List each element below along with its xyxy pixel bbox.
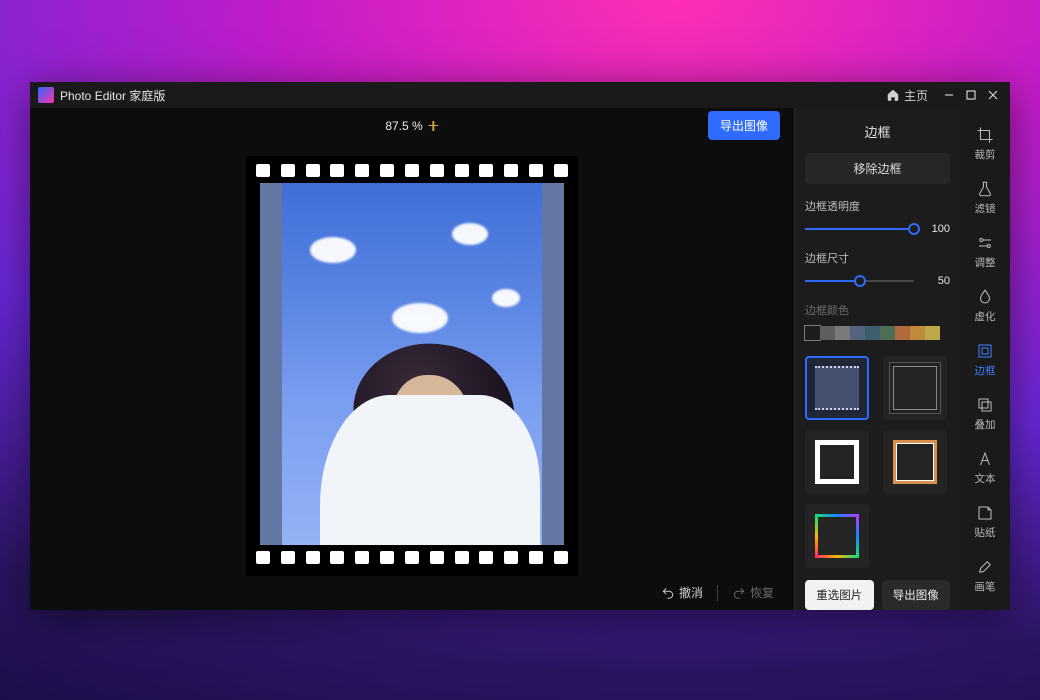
color-swatch[interactable] [820,326,835,340]
maximize-button[interactable] [960,85,982,105]
film-sprockets-top [246,164,578,177]
film-sprockets-bottom [246,551,578,564]
rail-filter[interactable]: 滤镜 [960,174,1010,222]
redo-label: 恢复 [750,584,774,601]
separator [717,585,718,601]
rail-label: 画笔 [975,579,996,594]
rail-brush[interactable]: 画笔 [960,552,1010,600]
rail-blur[interactable]: 虚化 [960,282,1010,330]
frame-options-grid [805,356,950,568]
rail-sticker[interactable]: 贴纸 [960,498,1010,546]
size-label: 边框尺寸 [805,250,950,266]
color-swatch[interactable] [880,326,895,340]
redo-icon [732,586,746,600]
app-window: Photo Editor 家庭版 主页 87.5 % 导出图像 [30,82,1010,610]
frame-option-rainbow[interactable] [805,504,869,568]
sliders-icon [976,234,994,252]
color-swatch[interactable] [835,326,850,340]
undo-label: 撤消 [679,584,703,601]
rail-text[interactable]: 文本 [960,444,1010,492]
frame-option-thick-white[interactable] [805,430,869,494]
frame-icon [976,342,994,360]
close-button[interactable] [982,85,1004,105]
text-icon [976,450,994,468]
rail-label: 虚化 [975,309,996,324]
sticker-icon [976,504,994,522]
rail-crop[interactable]: 裁剪 [960,120,1010,168]
flask-icon [976,180,994,198]
zoom-value: 87.5 % [385,119,422,133]
titlebar: Photo Editor 家庭版 主页 [30,82,1010,108]
color-swatch[interactable] [850,326,865,340]
rail-label: 文本 [975,471,996,486]
photo-preview [282,183,542,545]
crop-icon [976,126,994,144]
app-logo-icon [38,87,54,103]
export-image-button[interactable]: 导出图像 [708,111,780,140]
droplet-icon [976,288,994,306]
opacity-label: 边框透明度 [805,198,950,214]
rail-label: 调整 [975,255,996,270]
export-image-button-2[interactable]: 导出图像 [882,580,951,610]
canvas-stage[interactable] [30,144,794,576]
rail-label: 滤镜 [975,201,996,216]
opacity-slider-row: 100 [805,222,950,236]
canvas-footer: 撤消 恢复 [30,576,794,610]
rail-adjust[interactable]: 调整 [960,228,1010,276]
film-frame [246,156,578,576]
remove-frame-button[interactable]: 移除边框 [805,153,950,184]
size-value: 50 [924,275,950,287]
opacity-slider[interactable] [805,222,914,236]
color-swatches [805,326,950,340]
rail-label: 贴纸 [975,525,996,540]
rail-label: 叠加 [975,417,996,432]
frame-option-double-line[interactable] [883,356,947,420]
size-slider-row: 50 [805,274,950,288]
rail-overlay[interactable]: 叠加 [960,390,1010,438]
zoom-plus-icon [429,121,439,131]
body: 87.5 % 导出图像 [30,108,1010,610]
undo-icon [661,586,675,600]
tool-rail: 裁剪 滤镜 调整 虚化 边框 叠加 [960,108,1010,610]
minimize-button[interactable] [938,85,960,105]
color-swatch[interactable] [925,326,940,340]
reselect-image-button[interactable]: 重选图片 [805,580,874,610]
rail-label: 边框 [975,363,996,378]
home-button[interactable]: 主页 [886,87,928,104]
size-slider[interactable] [805,274,914,288]
canvas-toolbar: 87.5 % 导出图像 [30,108,794,144]
color-swatch[interactable] [910,326,925,340]
color-swatch[interactable] [805,326,820,340]
undo-button[interactable]: 撤消 [655,581,709,604]
color-swatch[interactable] [865,326,880,340]
canvas-area: 87.5 % 导出图像 [30,108,794,610]
opacity-value: 100 [924,223,950,235]
redo-button[interactable]: 恢复 [726,581,780,604]
zoom-indicator[interactable]: 87.5 % [385,119,438,133]
panel-bottom-actions: 重选图片 导出图像 [805,568,950,622]
frame-option-film[interactable] [805,356,869,420]
brush-icon [976,558,994,576]
home-label: 主页 [904,87,928,104]
color-label: 边框颜色 [805,302,950,318]
layers-icon [976,396,994,414]
rail-frame[interactable]: 边框 [960,336,1010,384]
frame-option-warm[interactable] [883,430,947,494]
panel-title: 边框 [805,108,950,153]
frame-panel: 边框 移除边框 边框透明度 100 边框尺寸 50 边 [794,108,960,610]
rail-label: 裁剪 [975,147,996,162]
color-swatch[interactable] [895,326,910,340]
app-title: Photo Editor 家庭版 [60,87,165,104]
home-icon [886,88,900,102]
